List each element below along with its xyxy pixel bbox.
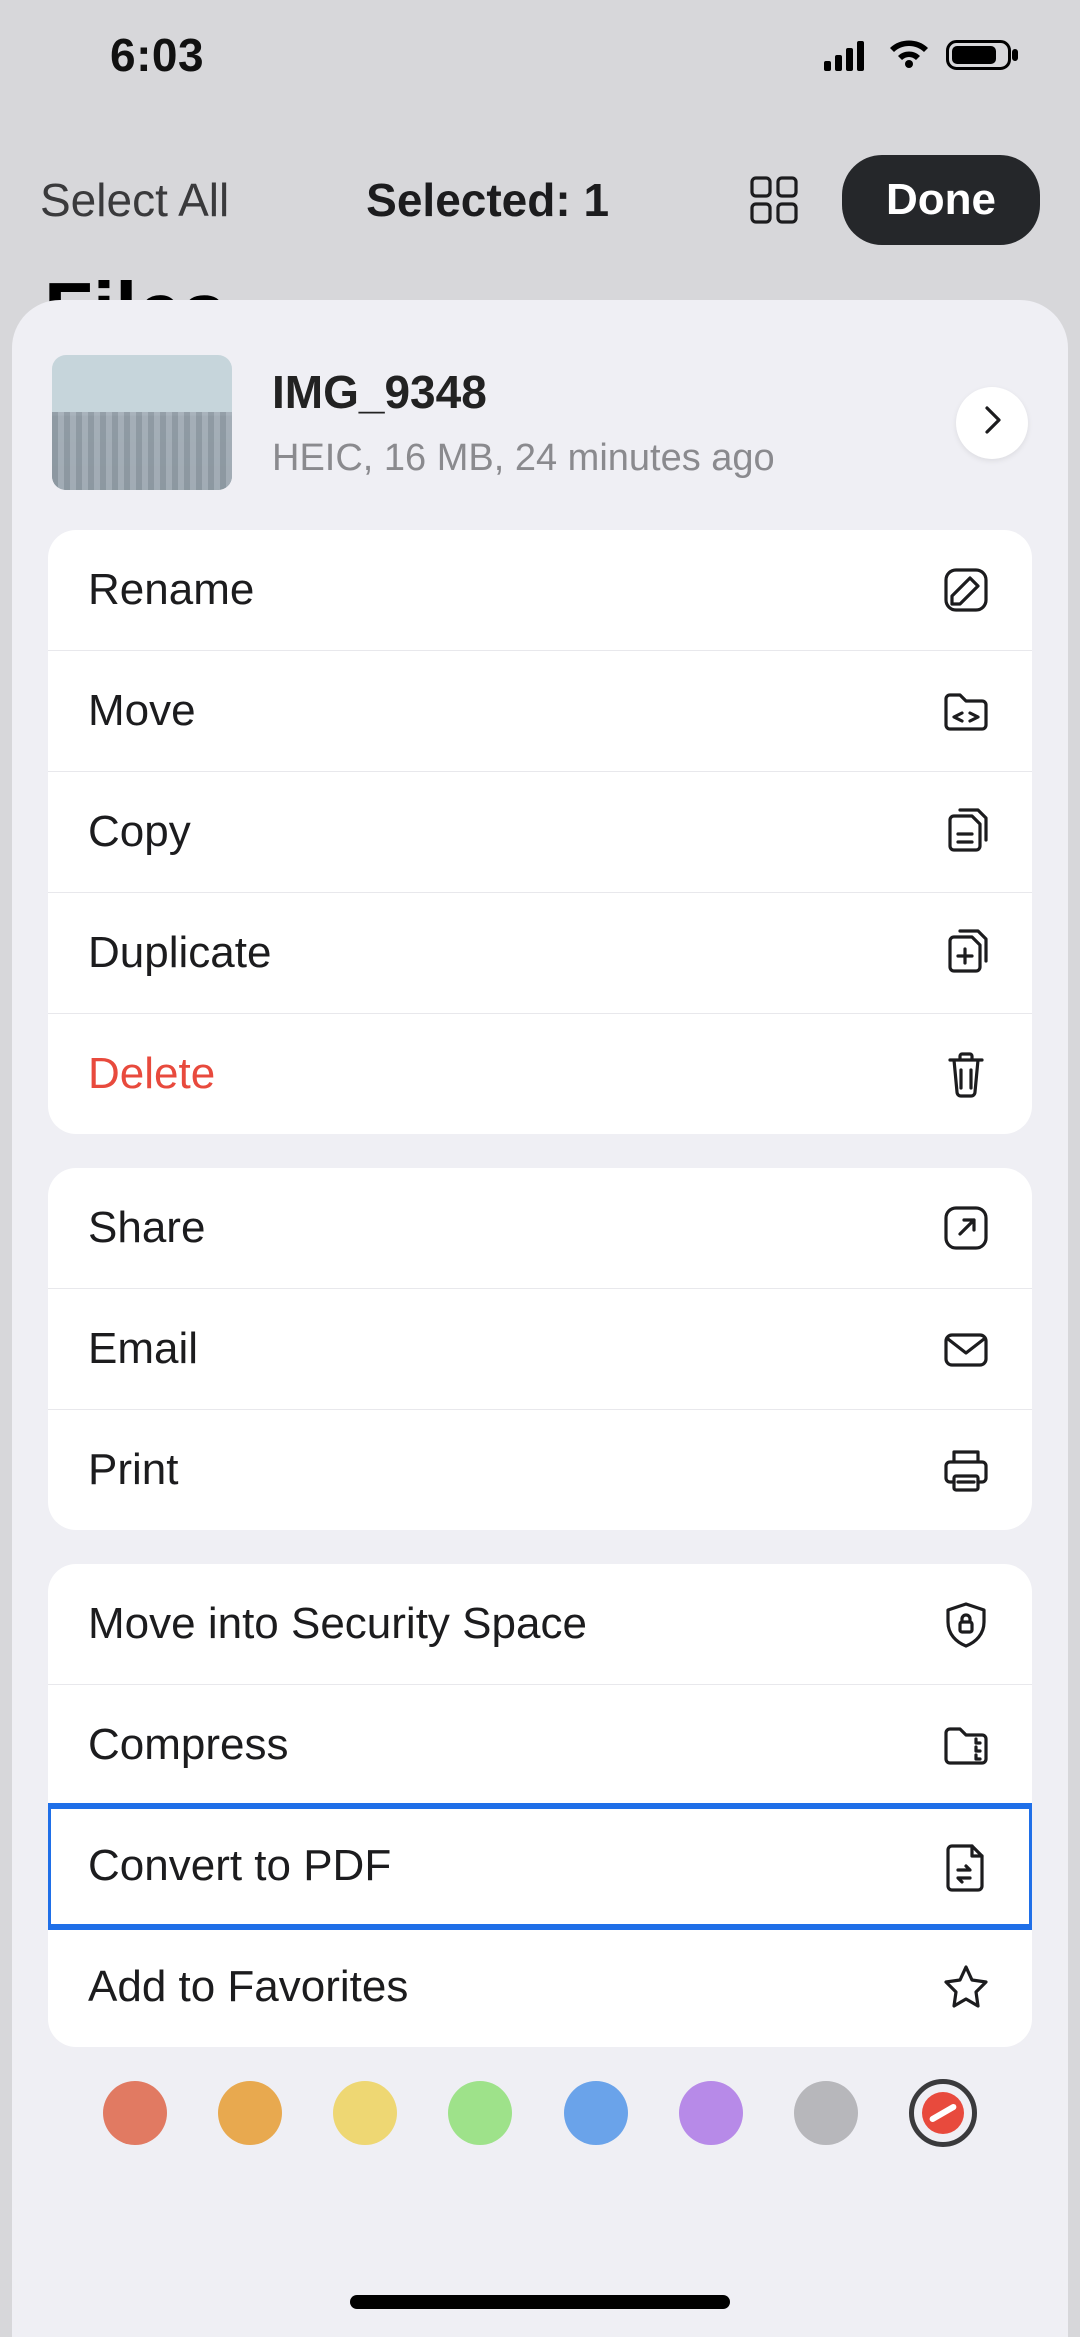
rename-label: Rename — [88, 565, 254, 615]
email-icon — [940, 1323, 992, 1375]
compress-row[interactable]: Compress — [48, 1685, 1032, 1806]
tag-none[interactable] — [909, 2079, 977, 2147]
copy-row[interactable]: Copy — [48, 772, 1032, 893]
nav-bar: Select All Selected: 1 Done — [0, 140, 1080, 260]
tag-gray[interactable] — [794, 2081, 858, 2145]
rename-icon — [940, 564, 992, 616]
tag-orange[interactable] — [218, 2081, 282, 2145]
tag-red[interactable] — [103, 2081, 167, 2145]
print-row[interactable]: Print — [48, 1410, 1032, 1530]
copy-label: Copy — [88, 807, 191, 857]
favorites-row[interactable]: Add to Favorites — [48, 1927, 1032, 2047]
status-indicators — [824, 38, 1020, 72]
print-icon — [940, 1444, 992, 1496]
actions-group-file: Rename Move Copy Duplicate Delete — [48, 530, 1032, 1134]
duplicate-icon — [940, 927, 992, 979]
share-label: Share — [88, 1203, 205, 1253]
security-space-row[interactable]: Move into Security Space — [48, 1564, 1032, 1685]
compress-label: Compress — [88, 1720, 289, 1770]
favorites-label: Add to Favorites — [88, 1962, 408, 2012]
file-thumbnail — [52, 355, 232, 490]
tag-blue[interactable] — [564, 2081, 628, 2145]
email-label: Email — [88, 1324, 198, 1374]
battery-icon — [946, 38, 1020, 72]
share-icon — [940, 1202, 992, 1254]
no-entry-icon — [922, 2092, 964, 2134]
star-icon — [940, 1961, 992, 2013]
move-label: Move — [88, 686, 196, 736]
selected-count: Selected: 1 — [229, 173, 746, 227]
duplicate-label: Duplicate — [88, 928, 271, 978]
trash-icon — [940, 1048, 992, 1100]
actions-group-misc: Move into Security Space Compress Conver… — [48, 1564, 1032, 2047]
file-meta: IMG_9348 HEIC, 16 MB, 24 minutes ago — [272, 365, 916, 480]
tag-purple[interactable] — [679, 2081, 743, 2145]
select-all-button[interactable]: Select All — [40, 173, 229, 227]
duplicate-row[interactable]: Duplicate — [48, 893, 1032, 1014]
home-indicator[interactable] — [350, 2295, 730, 2309]
tag-green[interactable] — [448, 2081, 512, 2145]
move-icon — [940, 685, 992, 737]
actions-group-share: Share Email Print — [48, 1168, 1032, 1530]
status-bar: 6:03 — [0, 0, 1080, 110]
email-row[interactable]: Email — [48, 1289, 1032, 1410]
convert-pdf-label: Convert to PDF — [88, 1841, 391, 1891]
color-tags-row — [12, 2079, 1068, 2147]
status-time: 6:03 — [110, 28, 204, 82]
wifi-icon — [886, 38, 932, 72]
security-space-label: Move into Security Space — [88, 1599, 587, 1649]
file-subtitle: HEIC, 16 MB, 24 minutes ago — [272, 437, 916, 480]
chevron-right-icon — [976, 404, 1008, 441]
shield-lock-icon — [940, 1598, 992, 1650]
tag-yellow[interactable] — [333, 2081, 397, 2145]
move-row[interactable]: Move — [48, 651, 1032, 772]
delete-label: Delete — [88, 1049, 215, 1099]
file-details-button[interactable] — [956, 387, 1028, 459]
rename-row[interactable]: Rename — [48, 530, 1032, 651]
action-sheet: IMG_9348 HEIC, 16 MB, 24 minutes ago Ren… — [12, 300, 1068, 2337]
print-label: Print — [88, 1445, 178, 1495]
cellular-icon — [824, 39, 872, 71]
compress-icon — [940, 1719, 992, 1771]
convert-pdf-row[interactable]: Convert to PDF — [48, 1806, 1032, 1927]
file-name: IMG_9348 — [272, 365, 916, 419]
convert-pdf-icon — [940, 1840, 992, 1892]
done-button[interactable]: Done — [842, 155, 1040, 245]
file-header[interactable]: IMG_9348 HEIC, 16 MB, 24 minutes ago — [12, 330, 1068, 530]
grid-toggle-icon[interactable] — [746, 172, 802, 228]
delete-row[interactable]: Delete — [48, 1014, 1032, 1134]
share-row[interactable]: Share — [48, 1168, 1032, 1289]
copy-icon — [940, 806, 992, 858]
